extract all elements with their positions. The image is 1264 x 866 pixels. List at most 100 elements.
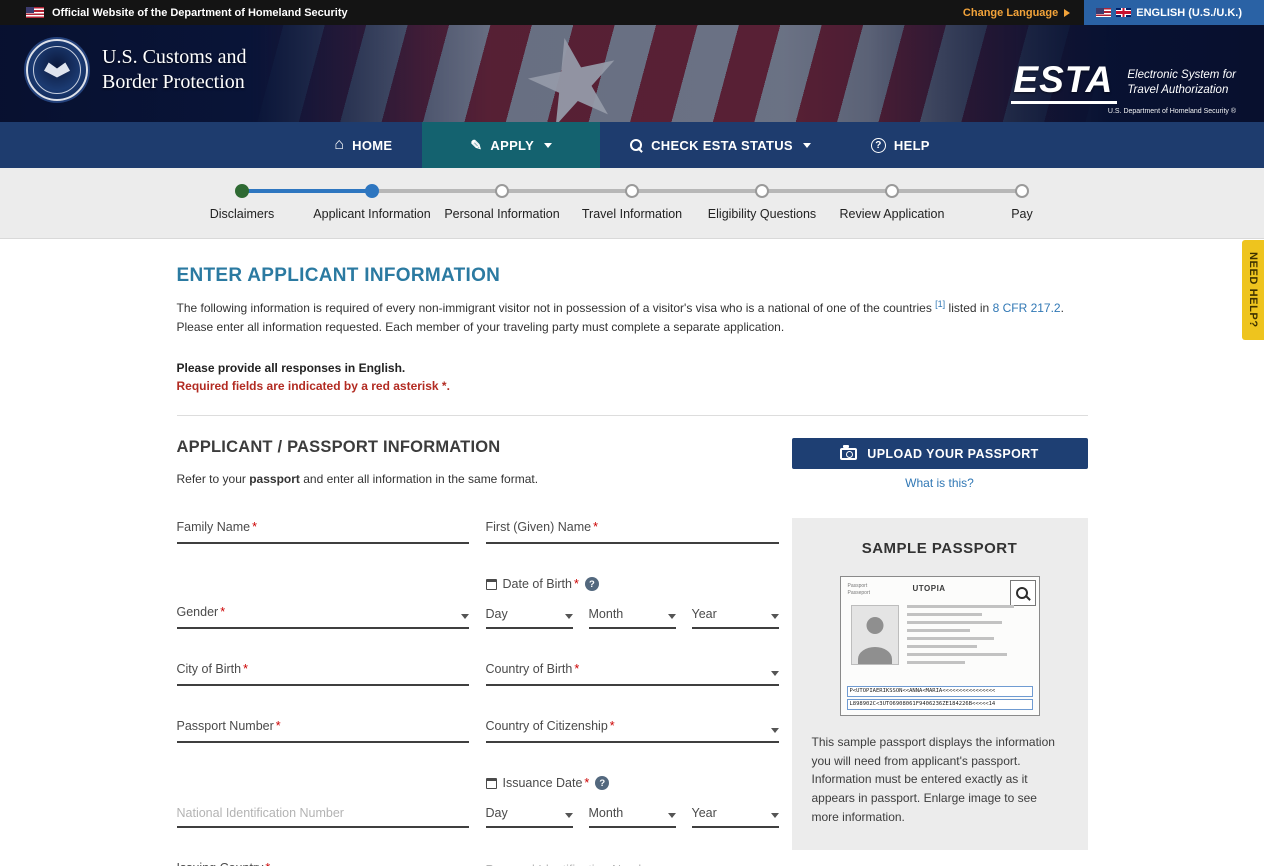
section-title: APPLICANT / PASSPORT INFORMATION: [177, 438, 539, 457]
esta-tagline: Electronic System for Travel Authorizati…: [1127, 68, 1236, 98]
national-id-input[interactable]: National Identification Number: [177, 806, 469, 828]
sample-passport-image: Passport Passeport UTOPIA P<UTOPIAERIKSS…: [840, 576, 1040, 716]
caret-down-icon: [544, 143, 552, 148]
step-review-application[interactable]: Review Application: [827, 184, 957, 221]
intro-text: The following information is required of…: [177, 297, 1088, 337]
step-dot: [235, 184, 249, 198]
step-personal-information[interactable]: Personal Information: [437, 184, 567, 221]
calendar-icon: [486, 778, 497, 789]
main-nav: HOME APPLY CHECK ESTA STATUS HELP: [0, 122, 1264, 168]
passport-mrz: P<UTOPIAERIKSSON<<ANNA<MARIA<<<<<<<<<<<<…: [847, 684, 1033, 710]
pencil-icon: [470, 138, 482, 153]
issuance-year-select[interactable]: Year: [692, 806, 779, 828]
us-flag-icon: [1096, 8, 1111, 17]
issuance-date-group: Issuance Date* Day Month Year: [486, 774, 779, 828]
camera-icon: [840, 448, 857, 460]
nav-help[interactable]: HELP: [841, 122, 960, 168]
us-flag-icon: [26, 7, 44, 18]
nav-apply[interactable]: APPLY: [422, 122, 600, 168]
uk-flag-icon: [1116, 8, 1131, 17]
page-title: ENTER APPLICANT INFORMATION: [177, 265, 1088, 287]
official-text: Official Website of the Department of Ho…: [52, 7, 348, 19]
caret-down-icon: [565, 813, 573, 818]
step-disclaimers[interactable]: Disclaimers: [177, 184, 307, 221]
section-heading-block: APPLICANT / PASSPORT INFORMATION Refer t…: [177, 438, 539, 486]
step-dot: [625, 184, 639, 198]
esta-logo: ESTA Electronic System for Travel Author…: [1011, 61, 1236, 115]
esta-wordmark: ESTA: [1011, 61, 1117, 104]
passport-doc-label: Passport Passeport: [848, 583, 871, 597]
cfr-link[interactable]: 8 CFR 217.2: [993, 301, 1061, 315]
esta-subtext: U.S. Department of Homeland Security ®: [1011, 108, 1236, 115]
cbp-brand[interactable]: U.S. Customs and Border Protection: [26, 39, 246, 101]
step-pay[interactable]: Pay: [957, 184, 1087, 221]
arrow-right-icon: [1064, 9, 1070, 17]
step-eligibility-questions[interactable]: Eligibility Questions: [697, 184, 827, 221]
applicant-form: Family Name* First (Given) Name* Gender*…: [177, 518, 779, 866]
caret-down-icon: [803, 143, 811, 148]
step-travel-information[interactable]: Travel Information: [567, 184, 697, 221]
caret-down-icon: [771, 671, 779, 676]
city-of-birth-input[interactable]: City of Birth*: [177, 660, 469, 686]
sample-passport-description: This sample passport displays the inform…: [812, 733, 1068, 826]
dob-year-select[interactable]: Year: [692, 607, 779, 629]
step-dot: [755, 184, 769, 198]
need-help-tab[interactable]: NEED HELP?: [1242, 240, 1264, 340]
sample-passport-panel: SAMPLE PASSPORT Passport Passeport UTOPI…: [792, 518, 1088, 850]
step-dot: [885, 184, 899, 198]
date-of-birth-group: Date of Birth* Day Month Year: [486, 575, 779, 629]
first-name-input[interactable]: First (Given) Name*: [486, 518, 779, 544]
what-is-this-link[interactable]: What is this?: [905, 476, 974, 490]
calendar-icon: [486, 579, 497, 590]
magnifier-icon: [1015, 586, 1030, 601]
caret-down-icon: [771, 728, 779, 733]
required-fields-note: Required fields are indicated by a red a…: [177, 378, 1088, 395]
english-note: Please provide all responses in English.: [177, 360, 1088, 377]
caret-down-icon: [668, 813, 676, 818]
passport-data-lines: [907, 605, 1029, 669]
search-icon: [630, 139, 643, 152]
cbp-seal-logo: [26, 39, 88, 101]
passport-photo-silhouette: [851, 605, 899, 665]
help-circle-icon[interactable]: [595, 776, 609, 790]
nav-home[interactable]: HOME: [304, 122, 422, 168]
language-label: ENGLISH (U.S./U.K.): [1136, 7, 1242, 19]
caret-down-icon: [565, 614, 573, 619]
language-selector[interactable]: ENGLISH (U.S./U.K.): [1084, 0, 1264, 25]
step-applicant-information[interactable]: Applicant Information: [307, 184, 437, 221]
passport-number-input[interactable]: Passport Number*: [177, 717, 469, 743]
caret-down-icon: [668, 614, 676, 619]
section-divider: [177, 415, 1088, 416]
caret-down-icon: [771, 614, 779, 619]
main-content: ENTER APPLICANT INFORMATION The followin…: [177, 239, 1088, 866]
change-language-link[interactable]: Change Language: [963, 0, 1070, 25]
upload-passport-button[interactable]: UPLOAD YOUR PASSPORT: [792, 438, 1088, 469]
refer-text: Refer to your passport and enter all inf…: [177, 472, 539, 486]
nav-check-esta-status[interactable]: CHECK ESTA STATUS: [600, 122, 841, 168]
progress-stepper: Disclaimers Applicant Information Person…: [0, 168, 1264, 239]
question-circle-icon: [871, 138, 886, 153]
enlarge-passport-button[interactable]: [1010, 580, 1036, 606]
passport-country-label: UTOPIA: [913, 584, 946, 593]
family-name-input[interactable]: Family Name*: [177, 518, 469, 544]
country-of-birth-select[interactable]: Country of Birth*: [486, 660, 779, 686]
caret-down-icon: [461, 614, 469, 619]
help-circle-icon[interactable]: [585, 577, 599, 591]
dob-month-select[interactable]: Month: [589, 607, 676, 629]
caret-down-icon: [771, 813, 779, 818]
issuing-country-select[interactable]: Issuing Country*: [177, 859, 469, 866]
home-icon: [334, 137, 344, 153]
sample-passport-title: SAMPLE PASSPORT: [812, 540, 1068, 557]
issuance-month-select[interactable]: Month: [589, 806, 676, 828]
official-banner: Official Website of the Department of Ho…: [0, 0, 1264, 25]
step-dot: [365, 184, 379, 198]
gender-select[interactable]: Gender*: [177, 603, 469, 629]
dob-day-select[interactable]: Day: [486, 607, 573, 629]
country-of-citizenship-select[interactable]: Country of Citizenship*: [486, 717, 779, 743]
step-dot: [495, 184, 509, 198]
issuance-day-select[interactable]: Day: [486, 806, 573, 828]
footnote-link[interactable]: [1]: [935, 299, 945, 309]
step-dot: [1015, 184, 1029, 198]
agency-name: U.S. Customs and Border Protection: [102, 45, 246, 95]
site-header: U.S. Customs and Border Protection ESTA …: [0, 25, 1264, 122]
